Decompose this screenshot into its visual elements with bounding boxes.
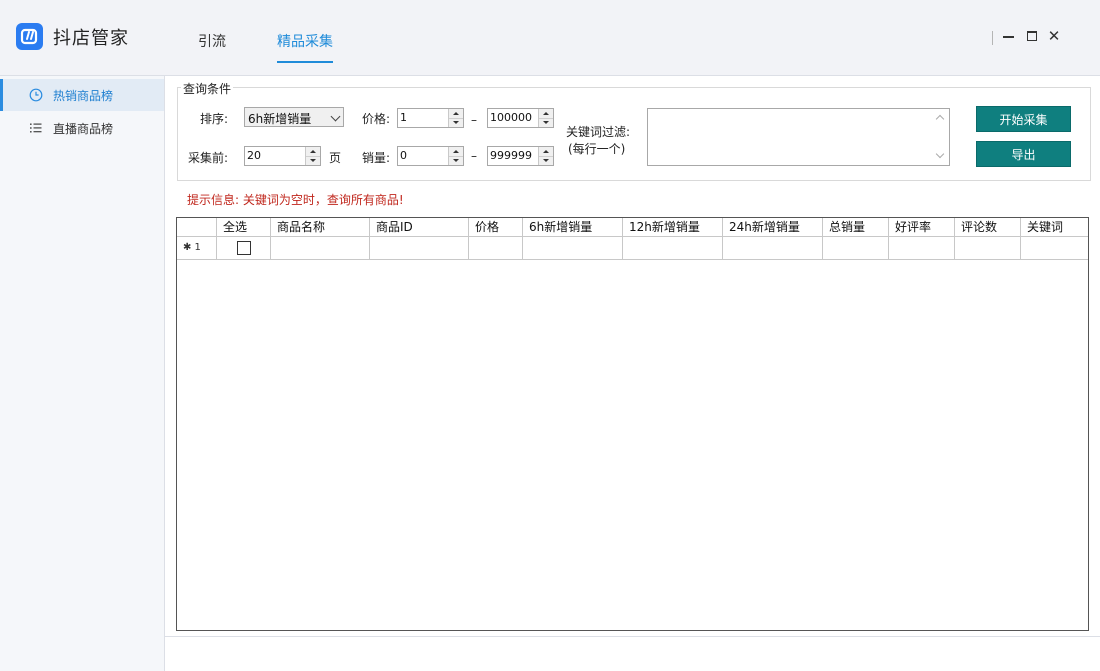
- chevron-down-icon: [330, 111, 341, 122]
- column-header-total-sales[interactable]: 总销量: [823, 218, 889, 237]
- minimize-icon[interactable]: [1001, 28, 1017, 44]
- table-cell[interactable]: [823, 237, 889, 260]
- sales-label: 销量:: [362, 151, 391, 165]
- export-button[interactable]: 导出: [976, 141, 1071, 167]
- row-header[interactable]: ✱ 1: [177, 237, 217, 260]
- collect-pages-value: 20: [247, 149, 261, 162]
- tab-traffic[interactable]: 引流: [198, 31, 226, 61]
- price-min-stepper[interactable]: 1: [397, 108, 464, 128]
- table-cell[interactable]: [469, 237, 523, 260]
- price-max-value: 100000: [490, 111, 532, 124]
- sidebar: 热销商品榜 直播商品榜: [0, 76, 165, 671]
- sidebar-item-label: 直播商品榜: [53, 122, 114, 136]
- spin-up-icon[interactable]: [306, 147, 320, 156]
- column-header-product-name[interactable]: 商品名称: [271, 218, 370, 237]
- collect-pages-stepper[interactable]: 20: [244, 146, 321, 166]
- clock-icon: [29, 88, 43, 102]
- sales-max-value: 999999: [490, 149, 532, 162]
- table-cell[interactable]: [889, 237, 955, 260]
- column-header-product-id[interactable]: 商品ID: [370, 218, 469, 237]
- column-header-keyword[interactable]: 关键词: [1021, 218, 1088, 237]
- sidebar-item-label: 热销商品榜: [53, 89, 114, 103]
- spin-up-icon[interactable]: [539, 147, 553, 156]
- column-header-price[interactable]: 价格: [469, 218, 523, 237]
- spin-down-icon[interactable]: [306, 156, 320, 165]
- close-icon[interactable]: ✕: [1046, 28, 1062, 44]
- spin-up-icon[interactable]: [539, 109, 553, 118]
- column-header-rating[interactable]: 好评率: [889, 218, 955, 237]
- footer-divider: [165, 636, 1100, 637]
- price-min-value: 1: [400, 111, 407, 124]
- query-group-title: 查询条件: [181, 80, 234, 97]
- page-unit: 页: [329, 151, 342, 165]
- title-bar: 抖店管家 引流 精品采集 ✕: [0, 0, 1100, 76]
- collect-label: 采集前:: [188, 151, 229, 165]
- list-icon: [30, 123, 42, 133]
- app-title: 抖店管家: [53, 28, 129, 49]
- keyword-filter-input[interactable]: [647, 108, 950, 166]
- table-cell[interactable]: [271, 237, 370, 260]
- window-divider: [992, 31, 993, 45]
- sales-max-stepper[interactable]: 999999: [487, 146, 554, 166]
- sales-min-stepper[interactable]: 0: [397, 146, 464, 166]
- table-corner-header: [177, 218, 217, 237]
- query-group: [177, 87, 1091, 181]
- table-cell[interactable]: [955, 237, 1021, 260]
- sort-select-value: 6h新增销量: [248, 112, 312, 126]
- range-dash: –: [471, 149, 477, 163]
- table-cell[interactable]: [723, 237, 823, 260]
- hint-message: 提示信息: 关键词为空时，查询所有商品!: [187, 193, 404, 207]
- column-header-24h-sales[interactable]: 24h新增销量: [723, 218, 823, 237]
- keyword-filter-label: 关键词过滤:: [566, 125, 631, 139]
- column-header-reviews[interactable]: 评论数: [955, 218, 1021, 237]
- range-dash: –: [471, 113, 477, 127]
- column-header-12h-sales[interactable]: 12h新增销量: [623, 218, 723, 237]
- table-cell[interactable]: [1021, 237, 1088, 260]
- table-cell[interactable]: [623, 237, 723, 260]
- column-header-6h-sales[interactable]: 6h新增销量: [523, 218, 623, 237]
- column-header-select-all[interactable]: 全选: [217, 218, 271, 237]
- spin-up-icon[interactable]: [449, 147, 463, 156]
- sort-label: 排序:: [200, 112, 229, 126]
- sales-min-value: 0: [400, 149, 407, 162]
- spin-down-icon[interactable]: [539, 118, 553, 127]
- spin-down-icon[interactable]: [449, 156, 463, 165]
- table-cell-select: [217, 237, 271, 260]
- logo-icon: [16, 23, 43, 50]
- tab-product-collect[interactable]: 精品采集: [277, 31, 333, 63]
- spin-up-icon[interactable]: [449, 109, 463, 118]
- row-checkbox[interactable]: [237, 241, 251, 255]
- maximize-icon[interactable]: [1024, 28, 1040, 44]
- sidebar-item-hot-products[interactable]: 热销商品榜: [0, 79, 164, 111]
- table-cell[interactable]: [370, 237, 469, 260]
- start-collect-button[interactable]: 开始采集: [976, 106, 1071, 132]
- table-cell[interactable]: [523, 237, 623, 260]
- product-table[interactable]: 全选 商品名称 商品ID 价格 6h新增销量 12h新增销量 24h新增销量 总…: [176, 217, 1089, 631]
- sort-select[interactable]: 6h新增销量: [244, 107, 344, 127]
- keyword-filter-hint: (每行一个): [568, 142, 626, 156]
- spin-down-icon[interactable]: [449, 118, 463, 127]
- spin-down-icon[interactable]: [539, 156, 553, 165]
- price-max-stepper[interactable]: 100000: [487, 108, 554, 128]
- sidebar-item-live-products[interactable]: 直播商品榜: [0, 112, 164, 144]
- scrollbar[interactable]: [933, 109, 949, 165]
- price-label: 价格:: [362, 112, 391, 126]
